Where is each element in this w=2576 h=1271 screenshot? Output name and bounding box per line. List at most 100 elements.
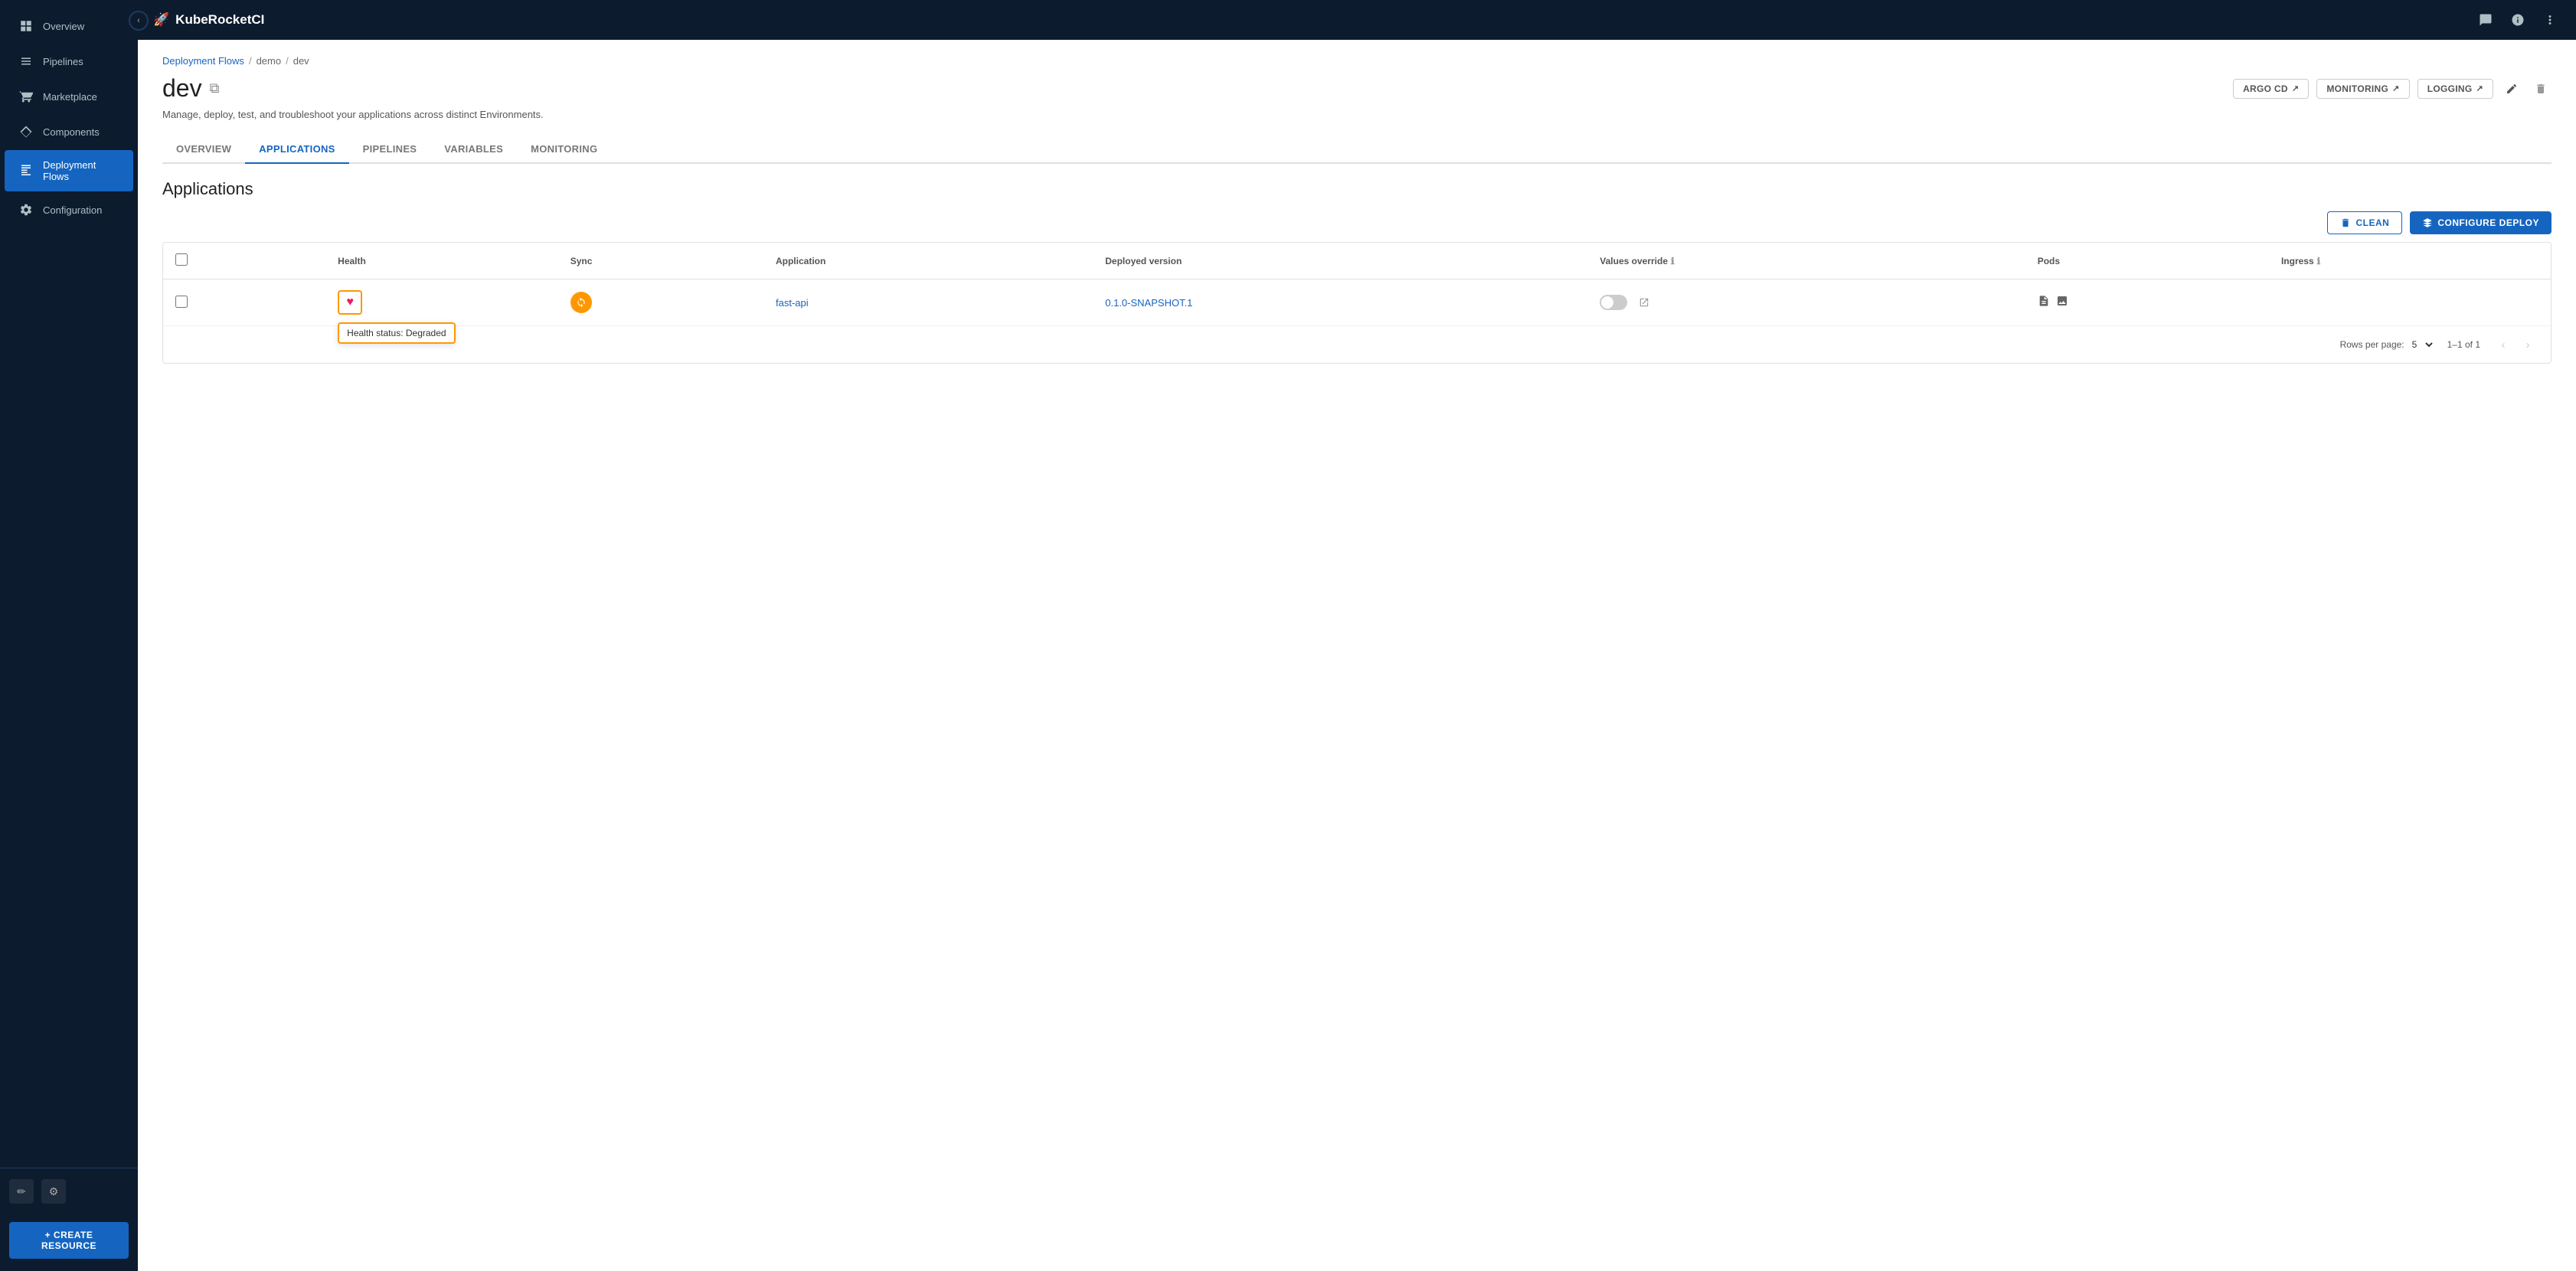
pagination-rows-per-page: Rows per page: 5 10 25 (2340, 338, 2435, 351)
delete-button[interactable] (2530, 78, 2551, 100)
tab-pipelines[interactable]: PIPELINES (349, 136, 431, 164)
create-resource-button[interactable]: + CREATE RESOURCE (9, 1222, 129, 1259)
app-logo: 🚀 KubeRocketCI (153, 12, 264, 28)
info-icon[interactable] (2507, 9, 2529, 31)
heart-icon: ♥ (346, 296, 354, 309)
values-override-toggle[interactable] (1600, 295, 1627, 310)
monitoring-button[interactable]: MONITORING ↗ (2316, 79, 2409, 99)
ingress-info-icon[interactable]: ℹ (2317, 256, 2321, 266)
version-link[interactable]: 0.1.0-SNAPSHOT.1 (1105, 297, 1192, 309)
sidebar-item-marketplace[interactable]: Marketplace (5, 80, 133, 113)
logging-button[interactable]: LOGGING ↗ (2417, 79, 2493, 99)
row-deployed-version-cell: 0.1.0-SNAPSHOT.1 (1093, 279, 1587, 326)
sidebar: ‹ Overview Pipelines Marketplace Compone… (0, 0, 138, 1271)
sidebar-nav: Overview Pipelines Marketplace Component… (0, 0, 138, 1168)
sidebar-item-label: Pipelines (43, 56, 83, 67)
col-health: Health (325, 243, 558, 279)
tab-applications[interactable]: APPLICATIONS (245, 136, 348, 164)
breadcrumb-sep-2: / (286, 55, 289, 67)
tab-overview[interactable]: OVERVIEW (162, 136, 245, 164)
pagination: Rows per page: 5 10 25 1–1 of 1 ‹ › (163, 326, 2551, 363)
col-deployed-version: Deployed version (1093, 243, 1587, 279)
values-override-external-link[interactable] (1633, 292, 1655, 313)
row-health-cell: ♥ Health status: Degraded (325, 279, 558, 326)
sidebar-item-deployment-flows[interactable]: Deployment Flows (5, 150, 133, 191)
page-title: dev ⧉ (162, 74, 219, 103)
rows-per-page-label: Rows per page: (2340, 339, 2404, 350)
edit-bottom-icon[interactable]: ✏ (9, 1179, 34, 1204)
col-pods-label: Pods (2038, 256, 2060, 266)
configure-deploy-button[interactable]: CONFIGURE DEPLOY (2410, 211, 2551, 234)
more-icon[interactable] (2539, 9, 2561, 31)
pagination-range: 1–1 of 1 (2447, 339, 2480, 350)
page-title-row: dev ⧉ ARGO CD ↗ MONITORING ↗ LOGGING ↗ (162, 74, 2551, 103)
clean-button[interactable]: CLEAN (2327, 211, 2402, 234)
row-checkbox[interactable] (175, 296, 188, 308)
col-pods: Pods (2025, 243, 2269, 279)
settings-bottom-icon[interactable]: ⚙ (41, 1179, 66, 1204)
pipeline-icon (18, 54, 34, 69)
sidebar-item-label: Configuration (43, 204, 102, 216)
pagination-nav: ‹ › (2493, 334, 2538, 355)
tabs: OVERVIEW APPLICATIONS PIPELINES VARIABLE… (162, 136, 2551, 164)
topbar-icons (2475, 9, 2561, 31)
col-ingress-label: Ingress (2281, 256, 2314, 266)
row-ingress-cell (2269, 279, 2551, 326)
col-deployed-version-label: Deployed version (1105, 256, 1182, 266)
tab-monitoring[interactable]: MONITORING (517, 136, 611, 164)
chat-icon[interactable] (2475, 9, 2496, 31)
application-link[interactable]: fast-api (776, 297, 809, 309)
sidebar-toggle[interactable]: ‹ (129, 11, 149, 31)
select-all-checkbox[interactable] (175, 253, 188, 266)
sidebar-item-label: Marketplace (43, 91, 97, 103)
flows-icon (18, 163, 34, 178)
page-content: Deployment Flows / demo / dev dev ⧉ ARGO… (138, 40, 2576, 1271)
breadcrumb-deployment-flows[interactable]: Deployment Flows (162, 55, 244, 67)
store-icon (18, 89, 34, 104)
health-badge[interactable]: ♥ (338, 290, 362, 315)
sidebar-item-overview[interactable]: Overview (5, 9, 133, 43)
section-actions: CLEAN CONFIGURE DEPLOY (162, 211, 2551, 234)
col-checkbox (163, 243, 325, 279)
col-sync: Sync (558, 243, 763, 279)
external-link-icon-2: ↗ (2392, 83, 2400, 93)
edit-button[interactable] (2501, 78, 2522, 100)
sidebar-item-label: Components (43, 126, 100, 138)
breadcrumb-sep-1: / (249, 55, 252, 67)
rows-per-page-select[interactable]: 5 10 25 (2409, 338, 2435, 351)
topbar: 🚀 KubeRocketCI (138, 0, 2576, 40)
pods-image-icon[interactable] (2056, 295, 2068, 311)
monitoring-label: MONITORING (2326, 83, 2388, 94)
applications-table: Health Sync Application Deployed version (163, 243, 2551, 326)
breadcrumb: Deployment Flows / demo / dev (162, 55, 2551, 67)
external-link-icon: ↗ (2292, 83, 2300, 93)
sidebar-item-components[interactable]: Components (5, 115, 133, 149)
page-title-text: dev (162, 74, 202, 103)
sidebar-item-configuration[interactable]: Configuration (5, 193, 133, 227)
external-link-icon-3: ↗ (2476, 83, 2483, 93)
health-cell: ♥ Health status: Degraded (338, 290, 362, 315)
argo-cd-button[interactable]: ARGO CD ↗ (2233, 79, 2309, 99)
breadcrumb-demo: demo (257, 55, 282, 67)
row-checkbox-cell (163, 279, 325, 326)
col-health-label: Health (338, 256, 366, 266)
row-pods-cell (2025, 279, 2269, 326)
next-page-button[interactable]: › (2517, 334, 2538, 355)
sidebar-item-pipelines[interactable]: Pipelines (5, 44, 133, 78)
prev-page-button[interactable]: ‹ (2493, 334, 2514, 355)
diamond-icon (18, 124, 34, 139)
col-ingress: Ingress ℹ (2269, 243, 2551, 279)
rocket-icon: 🚀 (153, 12, 169, 28)
copy-icon[interactable]: ⧉ (210, 80, 220, 96)
applications-section-title: Applications (162, 179, 2551, 199)
main-content: 🚀 KubeRocketCI Deployment Flows / demo /… (138, 0, 2576, 1271)
configure-deploy-label: CONFIGURE DEPLOY (2437, 217, 2539, 228)
pods-doc-icon[interactable] (2038, 295, 2050, 311)
tab-variables[interactable]: VARIABLES (430, 136, 517, 164)
row-application-cell: fast-api (763, 279, 1093, 326)
app-name: KubeRocketCI (175, 12, 264, 28)
sync-badge[interactable] (570, 292, 592, 313)
values-override-info-icon[interactable]: ℹ (1671, 256, 1675, 266)
page-title-actions: ARGO CD ↗ MONITORING ↗ LOGGING ↗ (2233, 78, 2551, 100)
applications-table-container: Health Sync Application Deployed version (162, 242, 2551, 364)
